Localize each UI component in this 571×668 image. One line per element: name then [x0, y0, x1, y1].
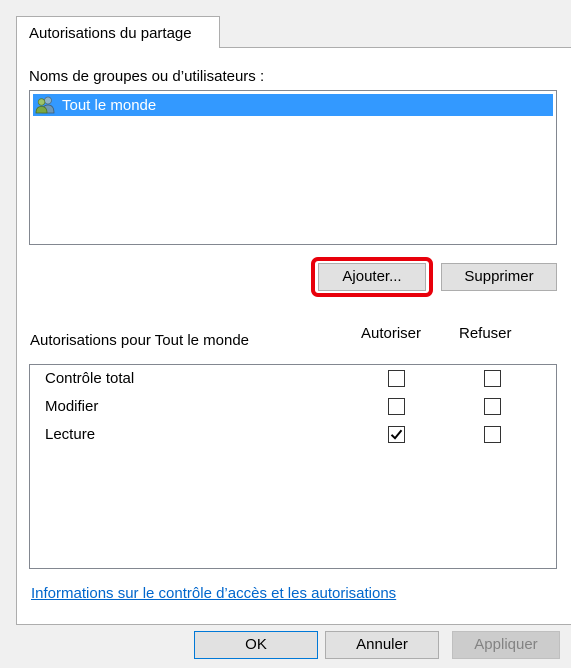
- checkmark-icon: [390, 429, 403, 440]
- tab-label: Autorisations du partage: [29, 25, 192, 42]
- permission-row-full-control: Contrôle total: [30, 365, 556, 393]
- list-item-label: Tout le monde: [62, 97, 157, 114]
- deny-checkbox-modify[interactable]: [484, 398, 501, 415]
- cancel-button[interactable]: Annuler: [325, 631, 439, 659]
- allow-checkbox-full-control[interactable]: [388, 370, 405, 387]
- deny-checkbox-read[interactable]: [484, 426, 501, 443]
- users-group-icon: [35, 96, 55, 114]
- allow-column-header: Autoriser: [361, 325, 422, 342]
- remove-button[interactable]: Supprimer: [441, 263, 557, 291]
- permission-name: Lecture: [45, 426, 96, 443]
- add-button-highlight: [311, 257, 433, 297]
- access-control-help-link[interactable]: Informations sur le contrôle d’accès et …: [31, 585, 396, 602]
- apply-button[interactable]: Appliquer: [452, 631, 560, 659]
- users-list-label: Noms de groupes ou d’utilisateurs :: [29, 68, 265, 85]
- list-item-everyone[interactable]: Tout le monde: [33, 94, 553, 116]
- permission-name: Contrôle total: [45, 370, 135, 387]
- permission-row-read: Lecture: [30, 421, 556, 449]
- allow-checkbox-read[interactable]: [388, 426, 405, 443]
- ok-button[interactable]: OK: [194, 631, 318, 659]
- permission-name: Modifier: [45, 398, 99, 415]
- permission-row-modify: Modifier: [30, 393, 556, 421]
- users-list[interactable]: Tout le monde: [29, 90, 557, 245]
- allow-checkbox-modify[interactable]: [388, 398, 405, 415]
- share-permissions-panel: Noms de groupes ou d’utilisateurs : Tout…: [16, 47, 571, 625]
- deny-column-header: Refuser: [459, 325, 512, 342]
- deny-checkbox-full-control[interactable]: [484, 370, 501, 387]
- tab-share-permissions[interactable]: Autorisations du partage: [16, 16, 220, 48]
- permissions-list: Contrôle total Modifier Lecture: [29, 364, 557, 569]
- permissions-label: Autorisations pour Tout le monde: [30, 332, 250, 349]
